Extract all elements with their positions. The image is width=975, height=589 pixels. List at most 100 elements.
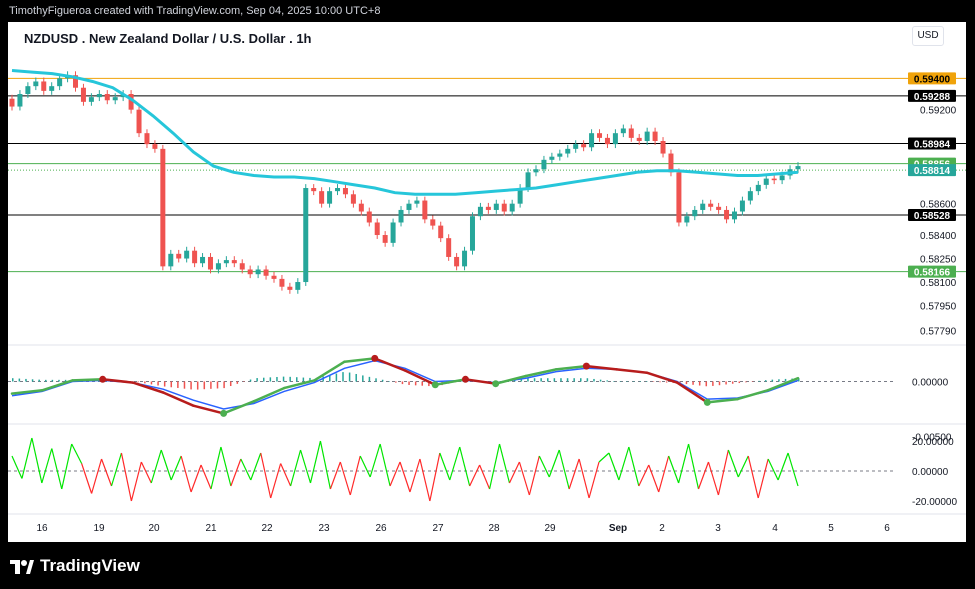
macd-histogram-bar [685, 381, 688, 385]
candle-body [80, 87, 86, 102]
oscillator-segment [538, 455, 550, 478]
price-level-label: 0.58984 [914, 140, 951, 151]
candle-body [469, 216, 475, 251]
candle-body [652, 131, 658, 142]
x-tick-label: 23 [318, 523, 330, 534]
macd-histogram-bar [137, 381, 139, 383]
candle-body [112, 97, 118, 101]
macd-cross-dot [431, 381, 439, 389]
price-level-label: 0.58814 [914, 166, 951, 177]
x-tick-label: 27 [432, 523, 444, 534]
macd-histogram-bar [764, 380, 767, 382]
oscillator-segment [210, 446, 222, 490]
candle-body [57, 78, 63, 87]
macd-signal-segment [373, 357, 407, 372]
macd-histogram-bar [58, 379, 60, 382]
candle-body [263, 269, 269, 276]
currency-button[interactable]: USD [912, 26, 944, 46]
candle-body [382, 235, 388, 243]
oscillator-segment [787, 452, 799, 487]
candle-body [96, 94, 102, 98]
macd-histogram-bar [302, 377, 305, 382]
macd-cross-dot [492, 380, 500, 388]
oscillator-segment [469, 464, 481, 487]
oscillator-segment [528, 455, 540, 496]
oscillator-segment [668, 455, 680, 484]
oscillator-segment [488, 443, 501, 490]
x-tick-label: 4 [772, 523, 778, 534]
oscillator-segment [180, 455, 192, 493]
macd-histogram-bar [348, 372, 351, 382]
oscillator-segment [369, 443, 381, 478]
macd-histogram-bar [698, 381, 701, 386]
macd-histogram-bar [758, 380, 760, 382]
x-tick-label: 28 [488, 523, 500, 534]
x-tick-label: 26 [375, 523, 387, 534]
candle-body [358, 203, 364, 212]
oscillator-segment [777, 452, 789, 481]
candle-body [88, 97, 94, 102]
oscillator-segment [339, 461, 351, 496]
macd-signal-segment [464, 378, 497, 385]
candle-body [620, 128, 626, 134]
y-tick-label: 0.58100 [920, 278, 957, 289]
oscillator-segment [130, 461, 142, 502]
price-level-label: 0.59400 [914, 74, 951, 85]
tradingview-logo-icon [10, 560, 34, 574]
macd-histogram-bar [183, 381, 186, 389]
x-tick-label: 5 [828, 523, 834, 534]
oscillator-segment [319, 440, 331, 490]
candle-body [485, 206, 491, 210]
candle-body [9, 98, 15, 107]
candle-body [200, 256, 206, 264]
candle-body [676, 172, 682, 223]
candle-body [49, 86, 55, 91]
macd-histogram-bar [619, 381, 622, 382]
candle-body [604, 137, 610, 145]
macd-histogram-bar [229, 381, 232, 387]
x-tick-label: 21 [205, 523, 217, 534]
oscillator-segment [329, 461, 341, 490]
oscillator-segment [409, 458, 421, 493]
tradingview-logo[interactable]: TradingView [10, 556, 140, 576]
oscillator-segment [200, 464, 212, 490]
chart-svg[interactable]: 0.594000.592880.589840.588560.588140.585… [8, 22, 966, 542]
candle-body [501, 203, 507, 212]
oscillator-segment [518, 461, 530, 496]
candle-body [366, 211, 372, 223]
candle-body [295, 282, 301, 290]
candle-body [168, 253, 174, 267]
macd-histogram-bar [599, 379, 602, 382]
oscillator-segment [508, 461, 520, 484]
macd-histogram-bar [613, 381, 615, 382]
macd-histogram-bar [606, 380, 608, 382]
macd-histogram-bar [725, 381, 727, 385]
candle-body [446, 238, 452, 257]
oscillator-tick-label: 0.00000 [912, 467, 949, 478]
oscillator-segment [280, 463, 292, 487]
macd-histogram-bar [560, 378, 562, 382]
macd-histogram-bar [573, 378, 575, 382]
macd-histogram-bar [262, 377, 265, 382]
macd-histogram-bar [282, 376, 285, 382]
candle-body [414, 200, 420, 204]
candle-body [422, 200, 428, 220]
oscillator-segment [479, 464, 491, 490]
candle-body [144, 133, 150, 145]
candle-body [644, 131, 650, 142]
oscillator-segment [628, 446, 640, 487]
oscillator-segment [727, 449, 739, 478]
macd-histogram-bar [751, 381, 754, 382]
candle-body [660, 141, 666, 154]
x-tick-label: 3 [715, 523, 721, 534]
x-tick-label: 2 [659, 523, 665, 534]
candle-body [533, 169, 539, 173]
oscillator-segment [767, 458, 779, 481]
oscillator-segment [290, 449, 302, 487]
macd-histogram-bar [170, 381, 173, 388]
candle-body [636, 137, 642, 142]
macd-histogram-bar [652, 381, 655, 382]
oscillator-segment [170, 455, 182, 481]
candle-body [398, 209, 404, 223]
oscillator-segment [697, 461, 710, 490]
